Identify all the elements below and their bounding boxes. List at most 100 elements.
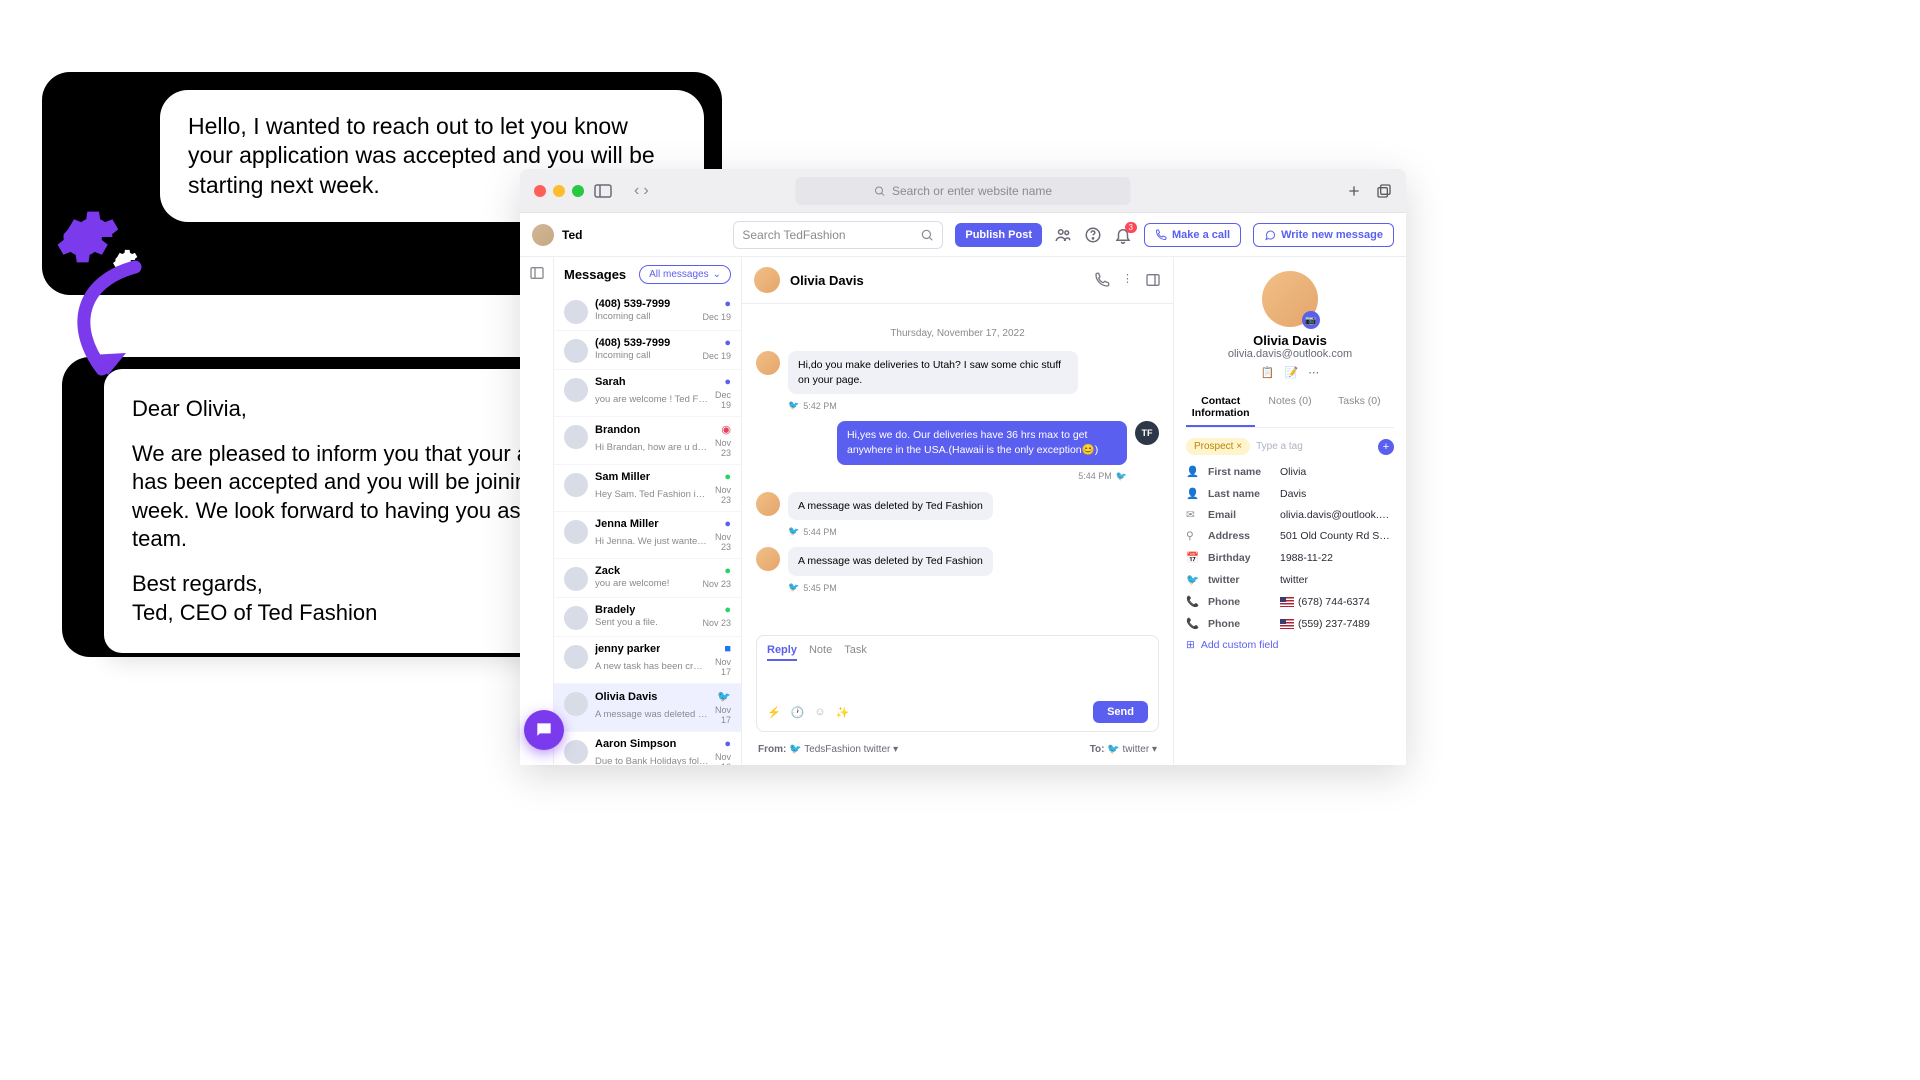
new-tab-icon[interactable] <box>1346 183 1362 199</box>
thread-item[interactable]: Jenna Miller● Hi Jenna. We just wanted t… <box>554 512 741 559</box>
sidebar-toggle-icon[interactable] <box>594 184 612 198</box>
lightning-icon[interactable]: ⚡ <box>767 706 781 719</box>
thread-name: Olivia Davis <box>595 691 657 703</box>
from-field[interactable]: From: 🐦 TedsFashion twitter ▾ <box>758 744 898 755</box>
maximize-dot[interactable] <box>572 185 584 197</box>
more-icon[interactable]: ⋯ <box>1308 366 1319 379</box>
thread-snippet: you are welcome ! Ted Fashion t... <box>595 394 709 405</box>
chevron-down-icon: ⌄ <box>713 269 721 280</box>
to-field[interactable]: To: 🐦 twitter ▾ <box>1090 744 1157 755</box>
thread-item[interactable]: Sam Miller● Hey Sam. Ted Fashion is havi… <box>554 465 741 512</box>
tabs-icon[interactable] <box>1376 183 1392 199</box>
clock-icon[interactable]: 🕐 <box>791 706 805 719</box>
thread-name: Jenna Miller <box>595 518 659 530</box>
help-icon[interactable] <box>1084 226 1102 244</box>
camera-icon[interactable]: 📷 <box>1302 311 1320 329</box>
contact-field[interactable]: 👤 First name Olivia <box>1186 465 1394 478</box>
minimize-dot[interactable] <box>553 185 565 197</box>
channel-icon: ● <box>724 604 731 616</box>
thread-snippet: Hi Brandan, how are u doing? W... <box>595 442 709 453</box>
thread-item[interactable]: (408) 539-7999● Incoming callDec 19 <box>554 331 741 370</box>
magic-icon[interactable]: ✨ <box>836 706 850 719</box>
thread-name: Zack <box>595 565 620 577</box>
tab-tasks[interactable]: Tasks (0) <box>1325 389 1394 427</box>
workspace-avatar <box>532 224 554 246</box>
make-call-button[interactable]: Make a call <box>1144 223 1241 247</box>
channel-icon: ● <box>724 376 731 388</box>
contacts-icon[interactable] <box>1054 226 1072 244</box>
browser-chrome: ‹ › Search or enter website name <box>520 169 1406 213</box>
tab-notes[interactable]: Notes (0) <box>1255 389 1324 427</box>
write-message-button[interactable]: Write new message <box>1253 223 1394 247</box>
thread-item[interactable]: jenny parker■ A new task has been create… <box>554 637 741 684</box>
channel-icon: ◉ <box>721 423 731 436</box>
field-icon: ⚲ <box>1186 530 1200 542</box>
close-dot[interactable] <box>534 185 546 197</box>
thread-item[interactable]: Olivia Davis🐦 A message was deleted by T… <box>554 684 741 732</box>
message-meta: 5:44 PM🐦 <box>756 471 1127 482</box>
contact-field[interactable]: ⚲ Address 501 Old County Rd San Carlos <box>1186 530 1394 542</box>
contact-field[interactable]: ✉ Email olivia.davis@outlook.com <box>1186 509 1394 521</box>
help-fab[interactable] <box>524 710 564 750</box>
contact-field[interactable]: 🐦 twitter twitter <box>1186 573 1394 586</box>
contact-field[interactable]: 📅 Birthday 1988-11-22 <box>1186 551 1394 564</box>
thread-date: Nov 16 <box>709 752 731 765</box>
forward-icon[interactable]: › <box>643 182 648 200</box>
thread-name: Bradely <box>595 604 635 616</box>
contact-field[interactable]: 👤 Last name Davis <box>1186 487 1394 500</box>
back-icon[interactable]: ‹ <box>634 182 639 200</box>
thread-snippet: Sent you a file. <box>595 617 658 628</box>
contact-field[interactable]: 📞 Phone (559) 237-7489 <box>1186 617 1394 630</box>
thread-date: Dec 19 <box>702 351 731 361</box>
thread-item[interactable]: (408) 539-7999● Incoming callDec 19 <box>554 292 741 331</box>
tag-input[interactable]: Type a tag <box>1256 441 1372 452</box>
message-filter[interactable]: All messages ⌄ <box>639 265 731 284</box>
message-outgoing: Hi,yes we do. Our deliveries have 36 hrs… <box>756 421 1159 464</box>
channel-icon: ■ <box>724 643 731 655</box>
address-bar[interactable]: Search or enter website name <box>796 177 1131 205</box>
thread-date: Nov 23 <box>708 532 731 552</box>
thread-item[interactable]: Aaron Simpson● Due to Bank Holidays foll… <box>554 732 741 765</box>
tab-reply[interactable]: Reply <box>767 644 797 661</box>
publish-post-button[interactable]: Publish Post <box>955 223 1042 247</box>
tab-contact-info[interactable]: Contact Information <box>1186 389 1255 427</box>
workspace-switcher[interactable]: Ted <box>532 224 582 246</box>
collapse-icon[interactable] <box>529 265 545 765</box>
panel-toggle-icon[interactable] <box>1145 272 1161 288</box>
emoji-icon[interactable]: ☺ <box>814 706 825 719</box>
notifications-icon[interactable]: 3 <box>1114 226 1132 244</box>
composer[interactable]: Reply Note Task ⚡ 🕐 ☺ ✨ Send <box>756 635 1159 732</box>
field-label: Address <box>1208 530 1272 542</box>
send-button[interactable]: Send <box>1093 701 1148 723</box>
more-icon[interactable]: ⋮ <box>1122 272 1133 288</box>
tab-note[interactable]: Note <box>809 644 832 661</box>
note-icon[interactable]: 📝 <box>1285 366 1299 379</box>
thread-item[interactable]: Brandon◉ Hi Brandan, how are u doing? W.… <box>554 417 741 465</box>
thread-avatar <box>564 606 588 630</box>
contact-avatar[interactable]: 📷 <box>1262 271 1318 327</box>
clipboard-icon[interactable]: 📋 <box>1261 366 1275 379</box>
thread-item[interactable]: Zack● you are welcome!Nov 23 <box>554 559 741 598</box>
app-search[interactable]: Search TedFashion <box>733 221 943 249</box>
message-meta: 🐦5:44 PM <box>788 526 1159 537</box>
field-icon: 👤 <box>1186 465 1200 478</box>
thread-item[interactable]: Bradely● Sent you a file.Nov 23 <box>554 598 741 637</box>
tab-task[interactable]: Task <box>844 644 867 661</box>
call-icon[interactable] <box>1094 272 1110 288</box>
url-placeholder: Search or enter website name <box>892 184 1052 198</box>
thread-item[interactable]: Sarah ● you are welcome ! Ted Fashion t..… <box>554 370 741 417</box>
left-rail <box>520 257 554 765</box>
add-custom-field[interactable]: ⊞Add custom field <box>1186 639 1394 651</box>
thread-name: Sarah <box>595 376 626 388</box>
message-deleted: A message was deleted by Ted Fashion <box>756 492 1159 521</box>
message-bubble: Hi,do you make deliveries to Utah? I saw… <box>788 351 1078 394</box>
thread-date: Nov 17 <box>708 705 731 725</box>
tag-prospect[interactable]: Prospect × <box>1186 438 1250 455</box>
channel-icon: ● <box>724 565 731 577</box>
letter-sign-2: Ted, CEO of Ted Fashion <box>132 600 377 625</box>
contact-field[interactable]: 📞 Phone (678) 744-6374 <box>1186 595 1394 608</box>
thread-date: Nov 23 <box>709 438 731 458</box>
add-tag-button[interactable]: + <box>1378 439 1394 455</box>
sender-avatar <box>756 492 780 516</box>
field-value: (678) 744-6374 <box>1280 596 1394 608</box>
